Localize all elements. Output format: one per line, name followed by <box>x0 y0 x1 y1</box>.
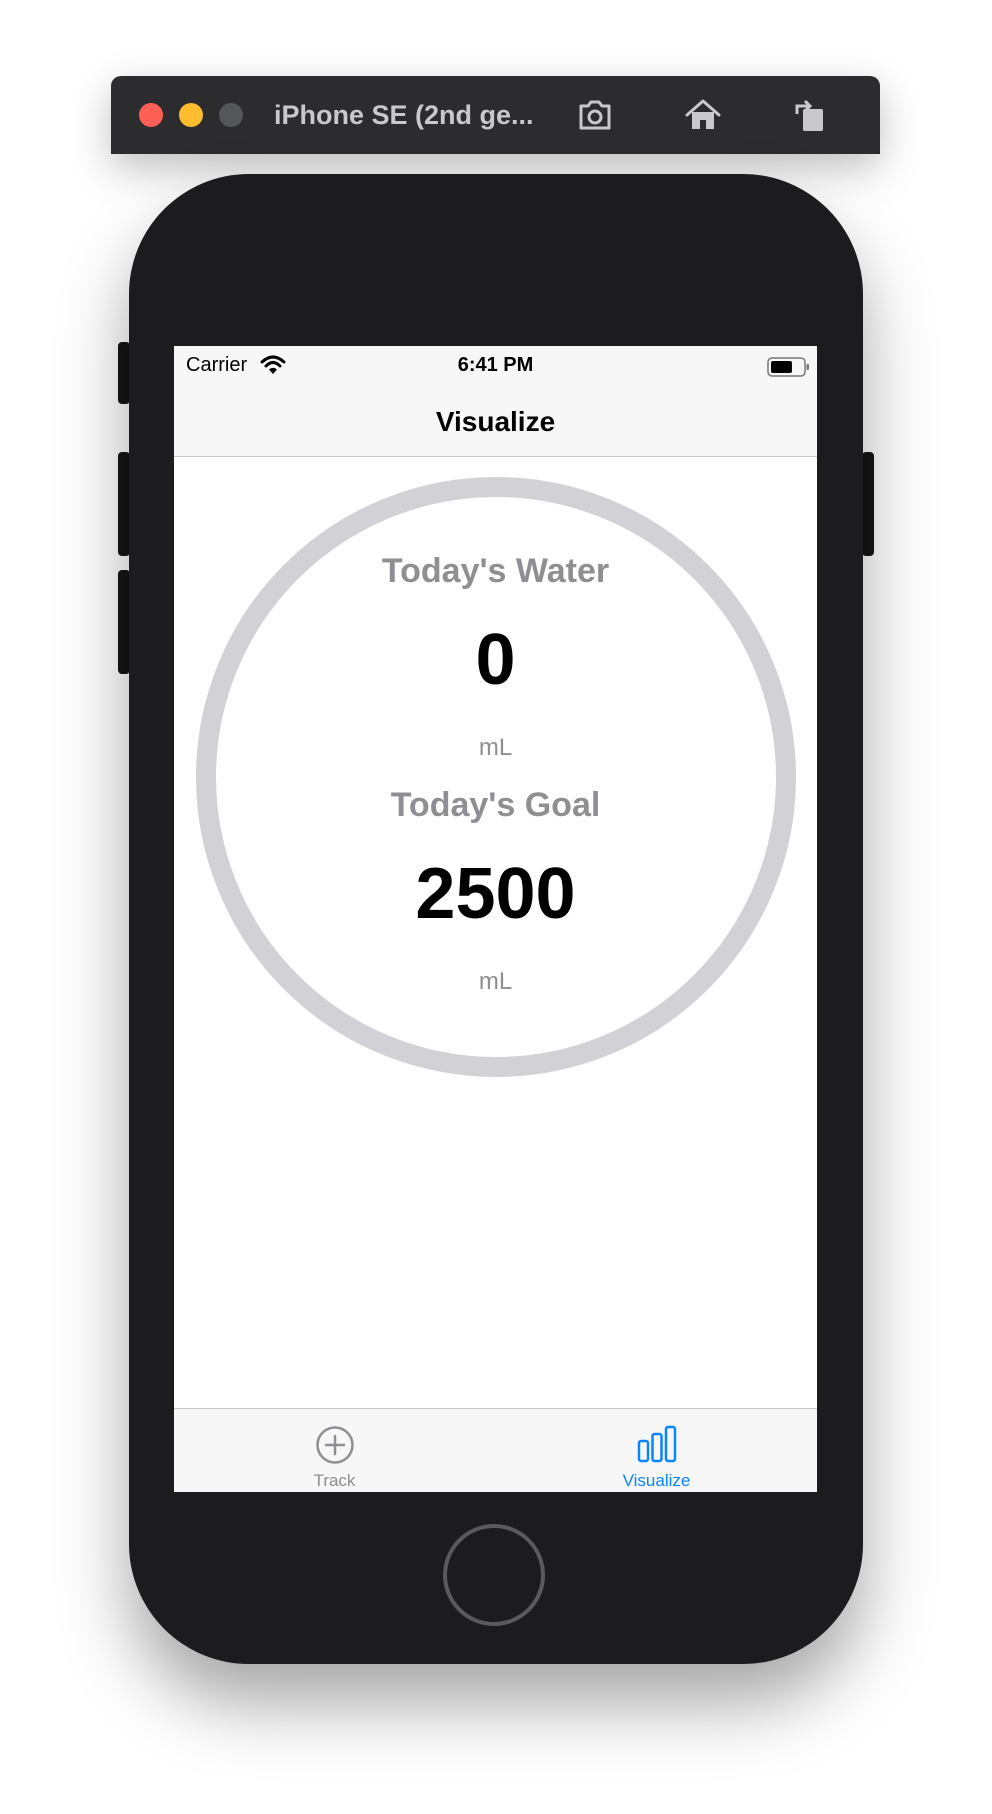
status-time: 6:41 PM <box>457 354 534 376</box>
page-title: Visualize <box>435 406 556 437</box>
todays-water-heading: Today's Water <box>381 552 610 590</box>
bar-chart-icon <box>637 1425 677 1463</box>
tab-visualize[interactable]: Visualize <box>496 1409 817 1492</box>
tab-visualize-label: Visualize <box>622 1471 691 1490</box>
plus-circle-icon <box>316 1426 354 1464</box>
close-window-button[interactable] <box>139 103 163 127</box>
todays-water-value: 0 <box>475 620 516 700</box>
todays-goal-heading: Today's Goal <box>390 786 601 824</box>
todays-goal-unit: mL <box>478 968 513 995</box>
screenshot-icon[interactable] <box>575 96 615 134</box>
tab-track[interactable]: Track <box>174 1409 495 1492</box>
todays-goal-value: 2500 <box>415 854 576 934</box>
power-button <box>862 452 874 556</box>
minimize-window-button[interactable] <box>179 103 203 127</box>
zoom-window-button[interactable] <box>219 103 243 127</box>
app-screen: Carrier 6:41 PM Visualize Today's Water … <box>174 346 817 1492</box>
tab-track-label: Track <box>313 1471 356 1490</box>
rotate-icon[interactable] <box>791 96 831 134</box>
status-bar: Carrier 6:41 PM <box>174 346 817 386</box>
home-icon[interactable] <box>683 96 723 134</box>
todays-water-unit: mL <box>478 734 513 761</box>
simulator-title: iPhone SE (2nd ge... <box>274 100 534 130</box>
battery-icon <box>767 357 809 377</box>
simulator-toolbar: iPhone SE (2nd ge... <box>111 76 880 154</box>
home-button[interactable] <box>443 1524 545 1626</box>
navigation-bar: Visualize <box>174 386 817 457</box>
tab-bar: Track Visualize <box>174 1408 817 1492</box>
